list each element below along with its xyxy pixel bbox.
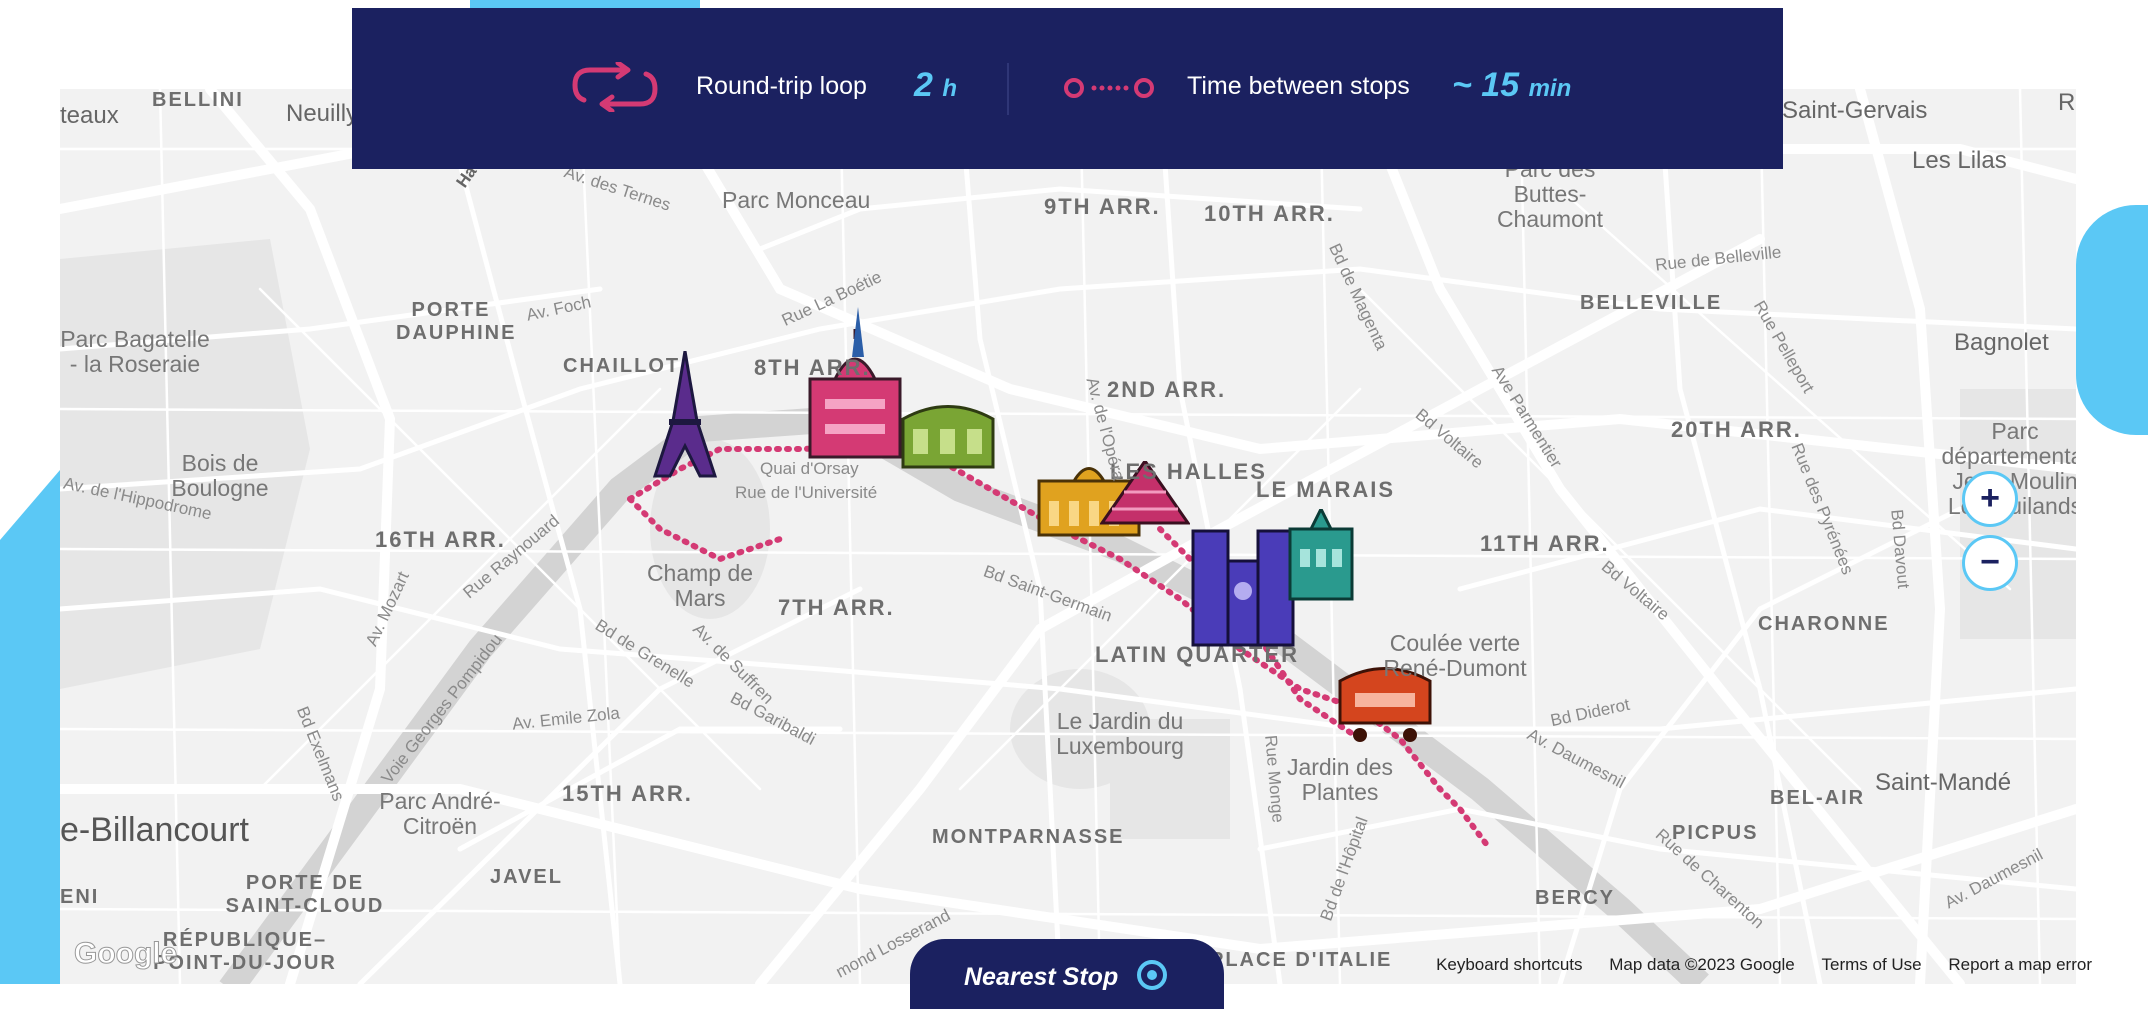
district-label: MONTPARNASSE [932,826,1125,848]
place-label: Parc Bagatelle - la Roseraie [60,326,210,377]
district-label: PICPUS [1672,822,1759,844]
interval-value-number: ~ 15 [1452,66,1520,104]
route-info-bar: Round-trip loop 2 h Time between stops ~… [352,8,1783,169]
place-label: Parc Monceau [722,187,871,213]
interval-label: Time between stops [1187,72,1410,100]
map-footer: Keyboard shortcuts Map data ©2023 Google… [1414,955,2092,975]
district-label: 10TH ARR. [1204,201,1335,226]
district-label: CHARONNE [1758,613,1890,635]
district-label: 16TH ARR. [375,527,506,552]
place-label: Bois de Boulogne [171,450,269,501]
district-label: LE MARAIS [1256,477,1395,502]
city-label: PORTE DAUPHINE [396,299,517,344]
zoom-out-button[interactable]: − [1962,535,2018,591]
interval-value-unit: min [1528,75,1572,102]
district-label: 7TH ARR. [778,595,895,620]
place-label: Le Jardin du Luxembourg [1056,708,1184,759]
district-label: 15TH ARR. [562,781,693,806]
place-label: Champ de Mars [646,560,754,611]
map-data-text: Map data ©2023 Google [1609,955,1795,974]
location-target-icon [1137,960,1167,990]
terms-link[interactable]: Terms of Use [1822,955,1922,974]
city-label: PORTE DE SAINT-CLOUD [225,872,385,917]
district-label: 9TH ARR. [1044,194,1161,219]
city-label: Saint-Gervais [1782,97,1928,124]
report-error-link[interactable]: Report a map error [1948,955,2092,974]
blue-decor-right [2076,205,2148,435]
district-label: BELLEVILLE [1580,292,1723,314]
district-label: JAVEL [490,866,563,888]
loop-label: Round-trip loop [696,72,867,100]
zoom-in-button[interactable]: + [1962,471,2018,527]
nearest-stop-button[interactable]: Nearest Stop [910,939,1224,1009]
place-label: Jardin des Plantes [1286,754,1394,805]
keyboard-shortcuts-link[interactable]: Keyboard shortcuts [1436,955,1582,974]
place-label: Coulée verte René-Dumont [1383,630,1527,681]
district-label: BEL-AIR [1770,787,1866,809]
city-label: PLACE D'ITALIE [1210,949,1393,971]
district-label: 8TH ARR. [754,355,871,380]
district-label: 11TH ARR. [1480,531,1610,556]
city-label: R [2058,89,2076,116]
city-label: Neuilly [286,100,359,127]
street-label: Quai d'Orsay [760,459,859,478]
infobar-divider [1007,63,1009,115]
hotel-de-ville-icon[interactable] [1286,509,1356,601]
round-trip-icon [572,62,658,112]
district-label: BERCY [1535,887,1616,909]
map[interactable]: 9TH ARR. 10TH ARR. 8TH ARR. 2ND ARR. LES… [60,89,2076,984]
notre-dame-icon[interactable] [1188,521,1298,647]
loop-value-unit: h [942,75,958,102]
district-label: LATIN QUARTER [1095,642,1300,667]
city-label: ENI [60,886,100,908]
district-label: 20TH ARR. [1671,417,1802,442]
obelisk-icon [852,307,864,357]
city-label: teaux [60,102,119,129]
loop-value-number: 2 [914,66,933,104]
district-label: 2ND ARR. [1107,377,1227,402]
district-label: LES HALLES [1110,459,1267,484]
city-label: Saint-Mandé [1875,769,2012,796]
city-label: e-Billancourt [60,811,249,849]
place-label: Parc André-Citroën [379,788,501,839]
orsay-museum-icon[interactable] [898,399,998,469]
city-label: Bagnolet [1954,329,2049,356]
blue-decor-left [0,470,60,984]
interval-value: ~ 15 min [1452,66,1571,105]
google-logo[interactable]: Google [73,937,177,971]
city-label: BELLINI [152,89,244,111]
stops-dots-icon [1064,78,1154,98]
loop-value: 2 h [914,66,957,105]
city-label: Les Lilas [1912,147,2007,174]
nearest-stop-label: Nearest Stop [964,963,1119,991]
blue-decor-top [470,0,700,8]
street-label: Rue de l'Université [735,483,878,502]
district-label: CHAILLOT [563,355,681,377]
